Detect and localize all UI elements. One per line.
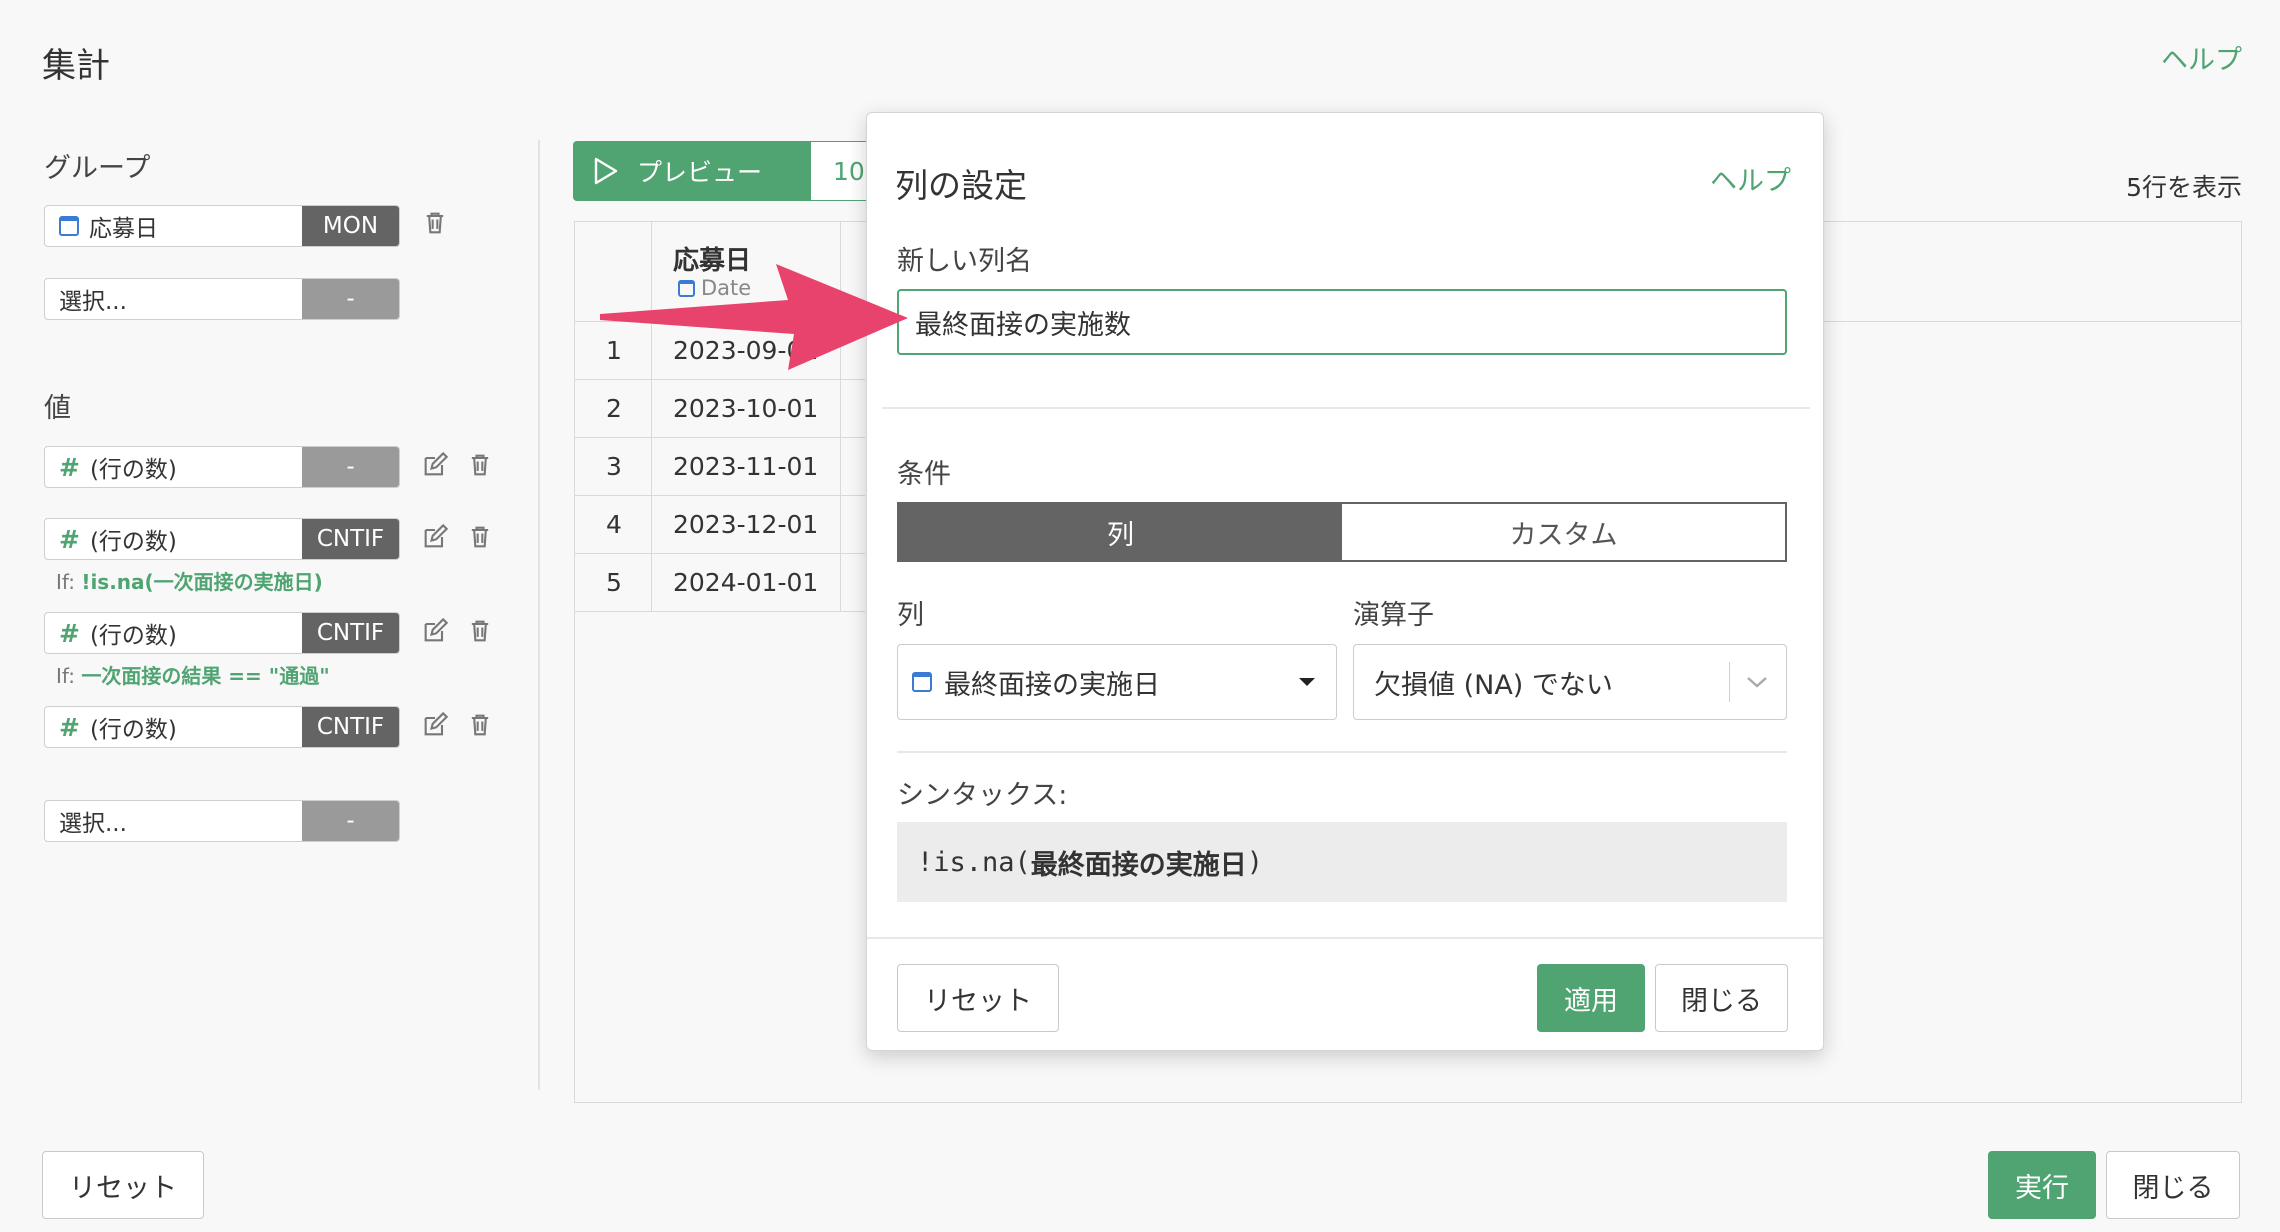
value-pill[interactable]: # (行の数) CNTIF (44, 612, 400, 654)
annotation-arrow (600, 264, 908, 370)
hash-icon: # (59, 712, 80, 742)
operator-select-value: 欠損値 (NA) でない (1374, 669, 1613, 701)
value-pill[interactable]: # (行の数) CNTIF (44, 518, 400, 560)
group-select-pill[interactable]: 選択... - (44, 278, 400, 320)
new-name-label: 新しい列名 (897, 246, 1032, 277)
edit-icon[interactable] (421, 523, 449, 551)
divider (882, 407, 1810, 409)
value-function-tag[interactable]: - (302, 447, 399, 487)
select-separator (1729, 662, 1730, 702)
preview-button[interactable]: プレビュー (573, 141, 810, 201)
dialog-reset-button[interactable]: リセット (897, 964, 1059, 1032)
play-icon (594, 157, 618, 185)
value-function-tag[interactable]: CNTIF (302, 613, 399, 653)
close-button[interactable]: 閉じる (2106, 1151, 2240, 1219)
tab-custom[interactable]: カスタム (1342, 504, 1785, 560)
rows-info: 5行を表示 (2126, 173, 2242, 202)
group-function-tag[interactable]: MON (302, 206, 399, 246)
values-section-label: 値 (44, 393, 71, 424)
calendar-icon (912, 672, 932, 692)
dialog-close-button[interactable]: 閉じる (1655, 964, 1788, 1032)
new-column-name-input[interactable] (897, 289, 1787, 355)
table-row: 5 2024-01-01 (575, 554, 865, 612)
value-function-tag[interactable]: CNTIF (302, 707, 399, 747)
preview-button-label: プレビュー (637, 158, 763, 187)
value-label: (行の数) (89, 529, 177, 555)
tab-column[interactable]: 列 (899, 504, 1342, 560)
group-column-label: 応募日 (89, 216, 158, 242)
value-pill[interactable]: # (行の数) CNTIF (44, 706, 400, 748)
trash-icon[interactable] (466, 451, 494, 479)
column-label: 列 (897, 600, 924, 631)
hash-icon: # (59, 524, 80, 554)
value-pill[interactable]: # (行の数) - (44, 446, 400, 488)
value-select-pill[interactable]: 選択... - (44, 800, 400, 842)
group-select-label: 選択... (59, 289, 127, 315)
hash-icon: # (59, 452, 80, 482)
group-select-tag[interactable]: - (302, 279, 399, 319)
calendar-icon (59, 216, 79, 236)
column-select-value: 最終面接の実施日 (944, 669, 1160, 701)
page-title: 集計 (42, 46, 110, 86)
operator-label: 演算子 (1353, 600, 1434, 631)
dialog-title: 列の設定 (895, 166, 1027, 205)
group-section-label: グループ (44, 153, 151, 184)
divider (867, 937, 1823, 939)
value-function-tag[interactable]: CNTIF (302, 519, 399, 559)
trash-icon[interactable] (421, 209, 449, 237)
run-button[interactable]: 実行 (1988, 1151, 2096, 1219)
condition-label: 条件 (897, 459, 951, 490)
edit-icon[interactable] (421, 451, 449, 479)
reset-button[interactable]: リセット (42, 1151, 204, 1219)
syntax-label: シンタックス: (897, 780, 1068, 811)
edit-icon[interactable] (421, 711, 449, 739)
column-settings-dialog: 列の設定 ヘルプ 新しい列名 条件 列 カスタム 列 演算子 最終面接の実施日 … (866, 112, 1824, 1051)
syntax-preview: !is.na(最終面接の実施日) (897, 822, 1787, 902)
trash-icon[interactable] (466, 617, 494, 645)
operator-select[interactable]: 欠損値 (NA) でない (1353, 644, 1787, 720)
trash-icon[interactable] (466, 711, 494, 739)
chevron-down-icon (1747, 677, 1767, 688)
edit-icon[interactable] (421, 617, 449, 645)
panel-divider (538, 140, 540, 1090)
caret-down-icon (1299, 678, 1315, 686)
condition-mode-toggle: 列 カスタム (897, 502, 1787, 562)
dialog-help-link[interactable]: ヘルプ (1710, 159, 1791, 198)
condition-text: If: 一次面接の結果 == "通過" (56, 664, 330, 688)
table-row: 4 2023-12-01 (575, 496, 865, 554)
table-row: 3 2023-11-01 (575, 438, 865, 496)
table-row: 2 2023-10-01 (575, 380, 865, 438)
trash-icon[interactable] (466, 523, 494, 551)
value-select-label: 選択... (59, 811, 127, 837)
condition-text: If: !is.na(一次面接の実施日) (56, 570, 323, 594)
value-label: (行の数) (89, 457, 177, 483)
divider (897, 751, 1787, 753)
group-column-pill[interactable]: 応募日 MON (44, 205, 400, 247)
column-select[interactable]: 最終面接の実施日 (897, 644, 1337, 720)
value-select-tag[interactable]: - (302, 801, 399, 841)
hash-icon: # (59, 618, 80, 648)
value-label: (行の数) (89, 623, 177, 649)
apply-button[interactable]: 適用 (1537, 964, 1645, 1032)
help-link[interactable]: ヘルプ (2161, 38, 2242, 77)
value-label: (行の数) (89, 717, 177, 743)
